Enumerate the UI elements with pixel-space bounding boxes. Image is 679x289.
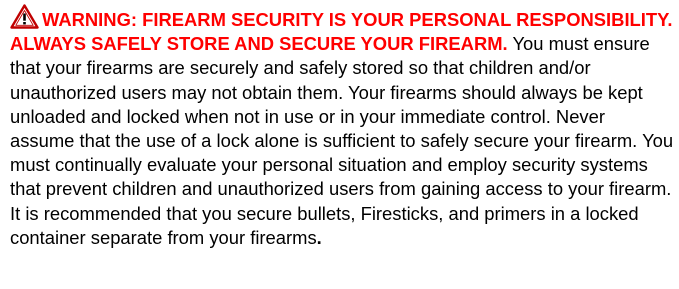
warning-triangle-icon xyxy=(10,4,39,29)
warning-body: You must ensure that your firearms are s… xyxy=(10,33,674,248)
warning-body-end: . xyxy=(316,226,322,248)
firearm-security-warning: WARNING: FIREARM SECURITY IS YOUR PERSON… xyxy=(10,4,674,250)
warning-paragraph: WARNING: FIREARM SECURITY IS YOUR PERSON… xyxy=(10,4,674,250)
